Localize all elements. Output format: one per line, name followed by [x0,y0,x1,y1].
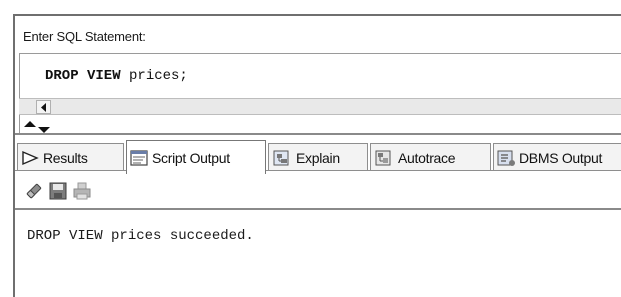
expand-collapse-arrows-icon [24,121,50,133]
script-output-icon [130,149,150,167]
save-output-button[interactable] [47,180,69,202]
script-output-text: DROP VIEW prices succeeded. [27,228,254,244]
tab-script-output[interactable]: Script Output [126,140,266,174]
clear-output-button[interactable] [23,180,45,202]
scroll-left-button[interactable] [36,100,51,114]
script-output-area[interactable]: DROP VIEW prices succeeded. [15,208,621,297]
tab-results[interactable]: Results [17,143,124,171]
print-output-button[interactable] [71,180,93,202]
sql-editor[interactable]: DROP VIEW prices; [19,53,621,133]
tab-autotrace[interactable]: Autotrace [370,143,491,171]
explain-plan-icon [272,149,294,167]
dbms-output-icon [497,149,517,167]
tab-label: Script Output [152,149,230,166]
tab-dbms-output[interactable]: DBMS Output [493,143,621,171]
tab-label: Autotrace [398,149,456,166]
output-tabs: Results Script Output Explain Autotrace … [15,135,621,174]
eraser-icon [26,183,42,199]
autotrace-icon [374,149,396,167]
save-icon [49,182,67,200]
sql-worksheet-panel: Enter SQL Statement: DROP VIEW prices; R… [13,14,621,297]
split-pane-handle[interactable] [23,120,53,133]
tab-strip-border [15,170,621,171]
sql-editor-text[interactable]: DROP VIEW prices; [45,68,188,84]
triangle-left-icon [40,102,46,112]
sql-keyword: DROP VIEW [45,68,121,84]
print-icon [73,182,91,200]
tab-label: DBMS Output [519,149,603,166]
editor-horizontal-scrollbar[interactable] [19,98,621,115]
output-toolbar [15,174,621,208]
tab-label: Explain [296,149,340,166]
play-triangle-icon [21,150,41,166]
tab-explain[interactable]: Explain [268,143,368,171]
tab-label: Results [43,149,88,166]
sql-statement-rest: prices; [120,68,188,84]
sql-statement-label: Enter SQL Statement: [23,29,146,44]
